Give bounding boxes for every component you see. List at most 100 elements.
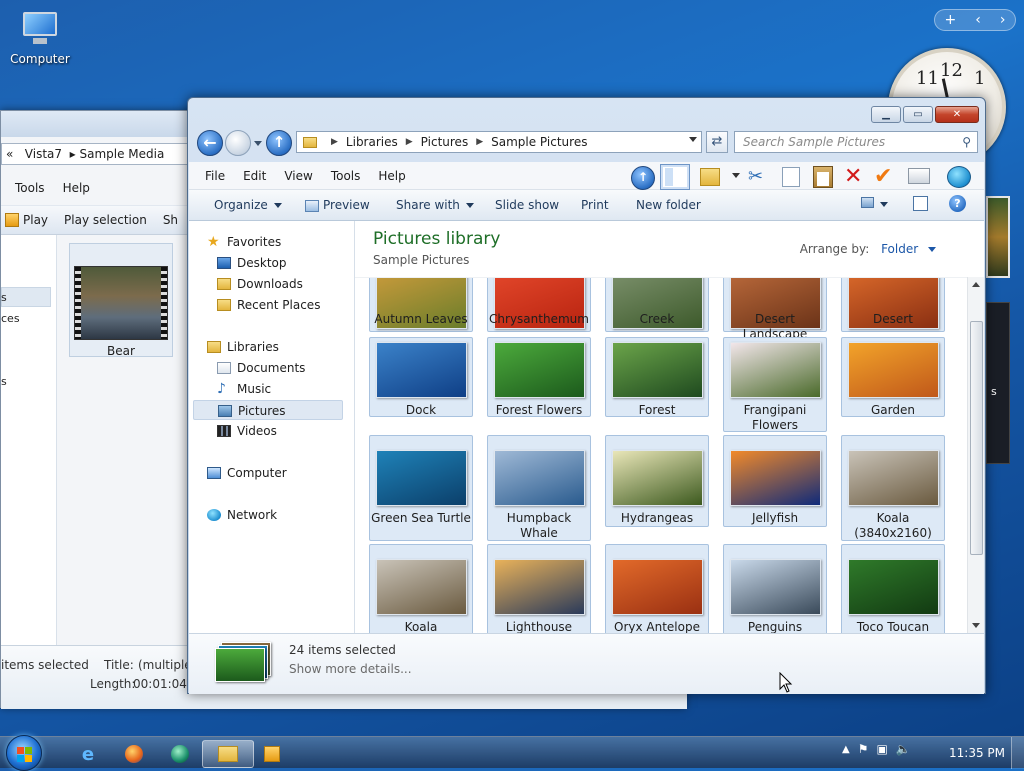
recent-pages-dropdown[interactable]	[254, 141, 262, 146]
picture-tile[interactable]: Koala (3840x2160)	[841, 435, 945, 541]
network-tray-icon[interactable]: ▣	[876, 742, 887, 756]
nav-network[interactable]: Network	[189, 505, 353, 525]
nav-recent-places[interactable]: Recent Places	[189, 295, 353, 315]
forward-button[interactable]	[225, 130, 251, 156]
menu-tools[interactable]: Tools	[15, 181, 45, 195]
nav-pictures[interactable]: Pictures	[193, 400, 343, 420]
scrollbar-thumb[interactable]	[970, 321, 983, 555]
nav-videos[interactable]: Videos	[189, 421, 353, 441]
computer-desktop-icon[interactable]: Computer	[8, 6, 72, 66]
breadcrumb-chevron[interactable]: «	[6, 147, 13, 161]
play-button[interactable]: Play	[5, 213, 48, 228]
picture-tile[interactable]: Desert	[841, 278, 945, 332]
action-center-flag-icon[interactable]: ⚑	[858, 742, 869, 756]
delete-icon[interactable]: ✕	[844, 164, 866, 189]
slideshow-gadget[interactable]	[986, 196, 1010, 278]
breadcrumb-separator-icon[interactable]: ▶	[406, 137, 413, 147]
nav-music[interactable]: ♪ Music	[189, 379, 353, 399]
gadget-prev-button[interactable]: ‹	[975, 12, 981, 28]
arrange-value[interactable]: Folder	[881, 242, 918, 256]
maximize-button[interactable]: ▭	[903, 106, 933, 123]
volume-muted-icon[interactable]: 🔈	[896, 742, 911, 756]
copy-icon[interactable]	[782, 167, 800, 187]
taskbar-media-player[interactable]	[246, 740, 298, 768]
taskbar-clock[interactable]: 11:35 PM	[949, 746, 1005, 760]
menu-edit[interactable]: Edit	[234, 169, 275, 183]
arrange-by[interactable]: Arrange by: Folder	[800, 242, 936, 256]
nav-desktop[interactable]: Desktop	[189, 253, 353, 273]
picture-tile[interactable]: Frangipani Flowers	[723, 337, 827, 432]
gadget-next-button[interactable]: ›	[1000, 12, 1006, 28]
change-view-button[interactable]	[861, 197, 888, 211]
arrange-dropdown-icon[interactable]	[928, 247, 936, 252]
new-folder-button[interactable]: New folder	[636, 198, 701, 212]
picture-tile[interactable]: Humpback Whale	[487, 435, 591, 541]
taskbar-firefox[interactable]	[108, 740, 160, 768]
breadcrumb-separator-icon[interactable]: ▶	[331, 137, 338, 147]
organize-button[interactable]: Organize	[214, 198, 282, 212]
picture-tile[interactable]: Forest	[605, 337, 709, 417]
picture-tile[interactable]: Creek	[605, 278, 709, 332]
nav-favorites[interactable]: ★ Favorites	[189, 232, 353, 252]
print-button[interactable]: Print	[581, 198, 609, 212]
scroll-down-arrow-icon[interactable]	[972, 623, 980, 628]
show-hidden-icons-icon[interactable]: ▲	[842, 744, 850, 755]
nav-partial-1[interactable]: s	[1, 291, 7, 304]
nav-computer[interactable]: Computer	[189, 463, 353, 483]
taskbar-media-center[interactable]	[154, 740, 206, 768]
picture-tile[interactable]: Koala	[369, 544, 473, 633]
up-button[interactable]: ↑	[266, 130, 292, 156]
picture-tile[interactable]: Penguins	[723, 544, 827, 633]
taskbar-internet-explorer[interactable]: e	[62, 740, 114, 768]
picture-tile[interactable]: Jellyfish	[723, 435, 827, 527]
show-desktop-button[interactable]	[1011, 737, 1024, 769]
folders-pane-toolbar-icon[interactable]	[660, 164, 690, 190]
picture-tile[interactable]: Green Sea Turtle	[369, 435, 473, 541]
views-dropdown-icon[interactable]	[732, 173, 740, 178]
menu-help[interactable]: Help	[369, 169, 414, 183]
breadcrumb-separator-icon[interactable]: ▶	[476, 137, 483, 147]
address-dropdown-icon[interactable]	[689, 137, 697, 142]
picture-tile[interactable]: Lighthouse	[487, 544, 591, 633]
share-with-button[interactable]: Share with	[396, 198, 474, 212]
menu-file[interactable]: File	[189, 169, 234, 183]
picture-tile[interactable]: Garden	[841, 337, 945, 417]
picture-tile[interactable]: Forest Flowers	[487, 337, 591, 417]
search-icon[interactable]: ⚲	[962, 135, 971, 149]
folder-options-toolbar-icon[interactable]	[700, 168, 720, 186]
preview-pane-icon[interactable]	[913, 196, 928, 211]
picture-tile[interactable]: Oryx Antelope	[605, 544, 709, 633]
picture-tile[interactable]: Toco Toucan	[841, 544, 945, 633]
breadcrumb-vista7[interactable]: Vista7	[25, 147, 62, 161]
nav-libraries[interactable]: Libraries	[189, 337, 353, 357]
paste-icon[interactable]	[813, 166, 833, 188]
nav-partial-3[interactable]: s	[1, 375, 7, 388]
refresh-button[interactable]: ⇄	[706, 131, 728, 153]
share-button-partial[interactable]: Sh	[163, 213, 178, 227]
show-more-details-link[interactable]: Show more details...	[289, 662, 412, 676]
breadcrumb-sample-pictures[interactable]: Sample Pictures	[491, 135, 587, 149]
add-gadget-button[interactable]: +	[945, 12, 957, 28]
picture-tile[interactable]: Hydrangeas	[605, 435, 709, 527]
scroll-up-arrow-icon[interactable]	[972, 282, 980, 287]
breadcrumb-libraries[interactable]: Libraries	[346, 135, 398, 149]
back-button[interactable]: ←	[197, 130, 223, 156]
slide-show-button[interactable]: Slide show	[495, 198, 559, 212]
preview-button[interactable]: Preview	[305, 198, 370, 212]
picture-tile[interactable]: Dock	[369, 337, 473, 417]
explorer-window[interactable]: ▁ ▭ ✕ ← ↑ ▶ Libraries ▶ Pictures ▶ Sampl…	[187, 97, 986, 694]
play-selection-button[interactable]: Play selection	[64, 213, 147, 227]
globe-icon[interactable]	[947, 166, 971, 188]
media-item-bear[interactable]: Bear	[69, 243, 173, 358]
search-input[interactable]: Search Sample Pictures ⚲	[734, 131, 978, 153]
picture-tile[interactable]: Chrysanthemum	[487, 278, 591, 332]
cut-icon[interactable]: ✂	[748, 166, 770, 190]
nav-partial-2[interactable]: ces	[1, 312, 20, 325]
media-player-address-bar[interactable]: « Vista7 ▸ Sample Media	[1, 143, 191, 165]
menu-tools[interactable]: Tools	[322, 169, 370, 183]
picture-tile[interactable]: Desert Landscape	[723, 278, 827, 341]
breadcrumb-pictures[interactable]: Pictures	[421, 135, 469, 149]
nav-documents[interactable]: Documents	[189, 358, 353, 378]
close-button[interactable]: ✕	[935, 106, 979, 123]
breadcrumb-sample-media[interactable]: Sample Media	[80, 147, 165, 161]
